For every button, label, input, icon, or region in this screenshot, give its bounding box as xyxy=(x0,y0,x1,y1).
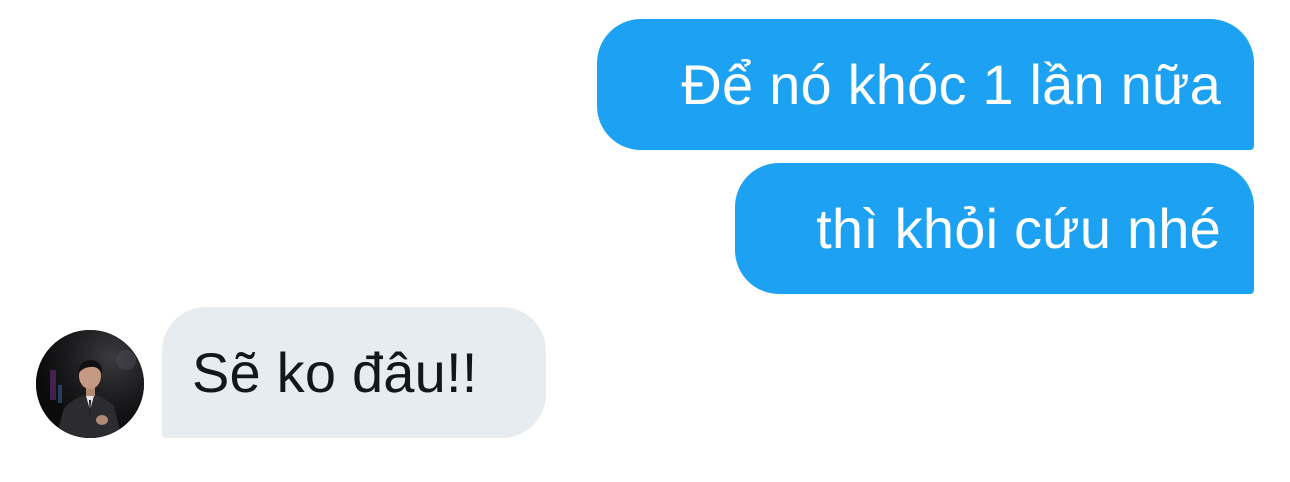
avatar-photo-icon xyxy=(36,330,144,438)
message-text: Sẽ ko đâu!! xyxy=(192,340,478,404)
outgoing-message-bubble[interactable]: Để nó khóc 1 lần nữa xyxy=(597,19,1254,150)
chat-thread: Để nó khóc 1 lần nữa thì khỏi cứu nhé Sẽ… xyxy=(0,0,1290,482)
sender-avatar[interactable] xyxy=(36,330,144,438)
outgoing-message-bubble[interactable]: thì khỏi cứu nhé xyxy=(735,163,1254,294)
message-text: Để nó khóc 1 lần nữa xyxy=(681,52,1221,116)
incoming-message-bubble[interactable]: Sẽ ko đâu!! xyxy=(162,307,546,438)
message-text: thì khỏi cứu nhé xyxy=(816,196,1221,260)
